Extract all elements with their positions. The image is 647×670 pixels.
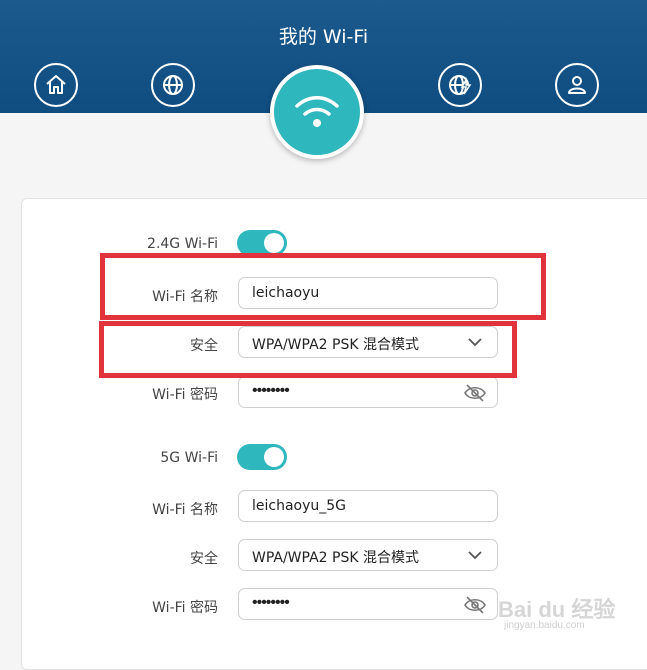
nav-internet-button[interactable]: [151, 63, 195, 107]
wifi5-toggle[interactable]: [237, 444, 287, 470]
wifi5-password-input[interactable]: ••••••••: [238, 588, 498, 620]
home-icon: [46, 75, 66, 94]
nav-account-button[interactable]: [555, 63, 599, 107]
toggle-knob: [264, 233, 284, 253]
globe-icon: [163, 75, 183, 95]
nav-wifi-button[interactable]: [270, 65, 364, 159]
user-icon: [568, 76, 586, 94]
wifi5-security-label: 安全: [190, 551, 218, 567]
nav-home-button[interactable]: [34, 63, 78, 107]
nav-network-button[interactable]: [438, 63, 482, 107]
page-title: 我的 Wi-Fi: [278, 26, 369, 48]
chevron-down-icon: [468, 551, 482, 560]
toggle-knob: [264, 447, 284, 467]
wifi5-name-input[interactable]: leichaoyu_5G: [238, 490, 498, 522]
watermark-url: jingyan.baidu.com: [504, 620, 585, 631]
wifi5-password-label: Wi-Fi 密码: [152, 600, 218, 616]
wifi5-security-select[interactable]: WPA/WPA2 PSK 混合模式: [238, 539, 498, 571]
wifi5-security-value: WPA/WPA2 PSK 混合模式: [252, 550, 419, 566]
wifi5-toggle-label: 5G Wi-Fi: [160, 450, 218, 466]
wifi24-password-value: ••••••••: [252, 382, 290, 399]
wifi24-toggle-label: 2.4G Wi-Fi: [147, 236, 218, 252]
globe-lightning-icon: [449, 75, 472, 95]
wifi-icon: [295, 96, 339, 127]
highlight-box-security: [99, 321, 517, 378]
wifi24-password-input[interactable]: ••••••••: [238, 376, 498, 408]
eye-hidden-icon[interactable]: [463, 383, 487, 403]
wifi5-password-value: ••••••••: [252, 594, 290, 611]
wifi5-name-label: Wi-Fi 名称: [152, 502, 218, 518]
highlight-box-wifi-name: [100, 253, 546, 320]
eye-hidden-icon[interactable]: [463, 595, 487, 615]
wifi24-password-label: Wi-Fi 密码: [152, 387, 218, 403]
wifi5-name-value: leichaoyu_5G: [252, 498, 347, 514]
